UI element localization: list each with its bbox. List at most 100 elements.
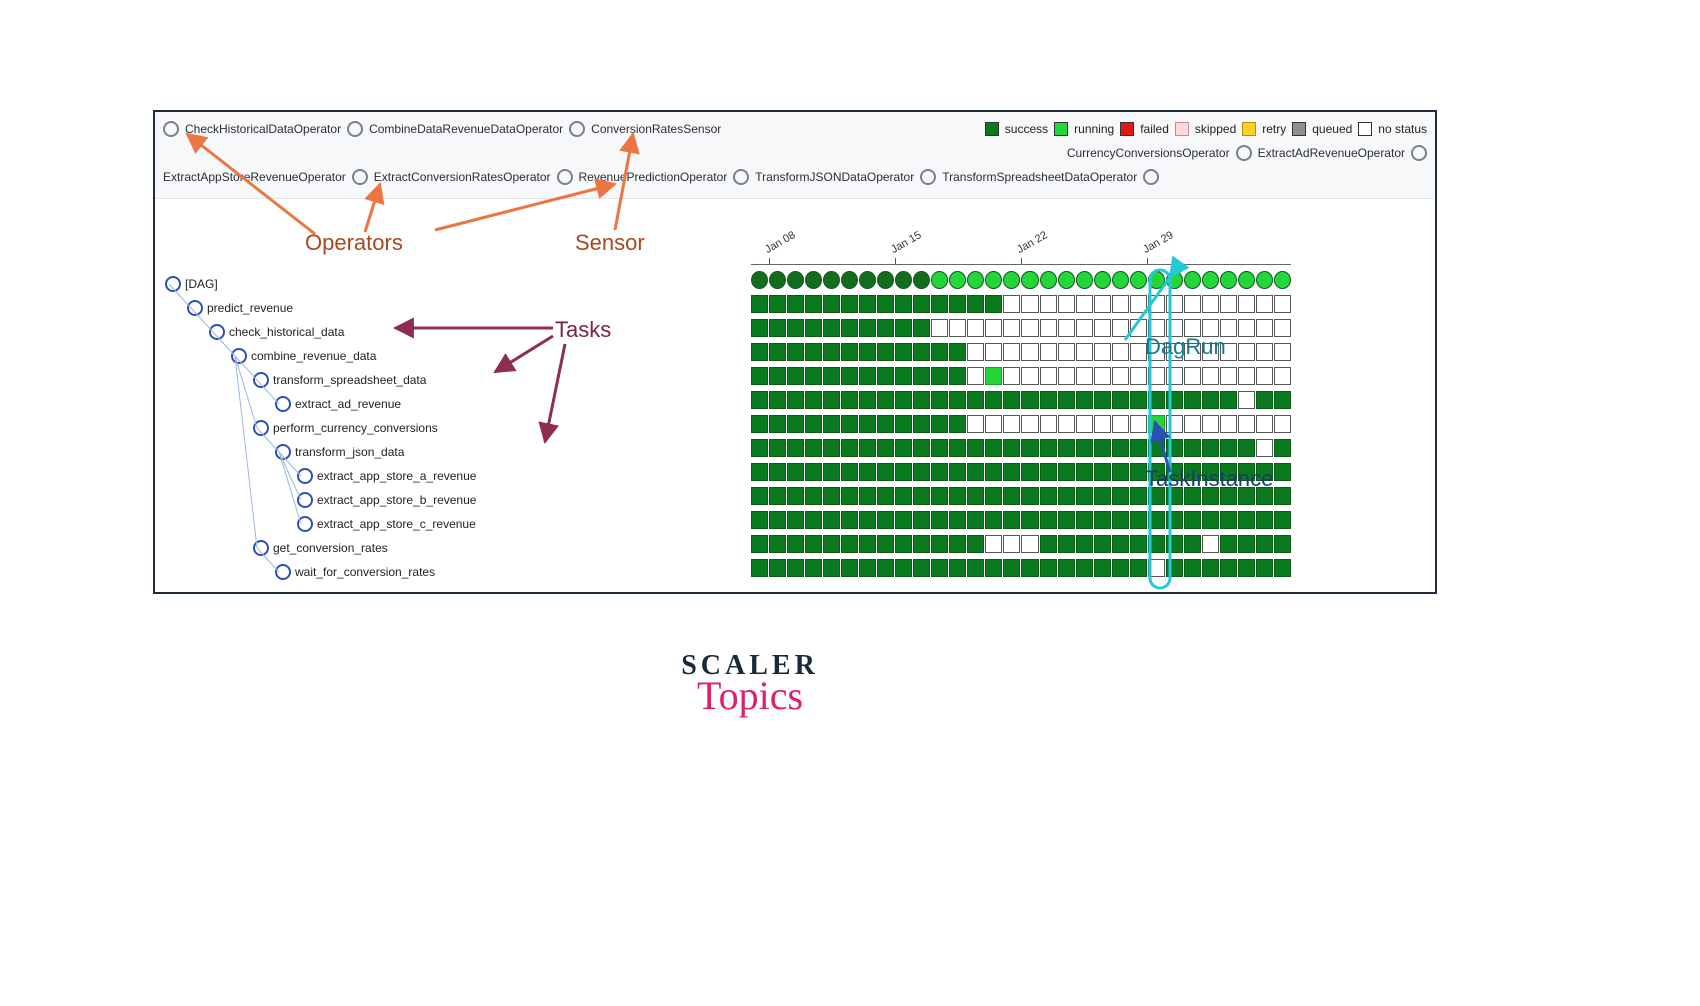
task-instance-cell[interactable]: [895, 295, 912, 313]
task-instance-cell[interactable]: [751, 391, 768, 409]
task-instance-cell[interactable]: [1040, 415, 1057, 433]
task-instance-cell[interactable]: [877, 487, 894, 505]
task-instance-cell[interactable]: [859, 535, 876, 553]
task-instance-cell[interactable]: [769, 487, 786, 505]
task-instance-cell[interactable]: [895, 463, 912, 481]
task-instance-cell[interactable]: [949, 343, 966, 361]
task-instance-cell[interactable]: [1148, 511, 1165, 529]
task-instance-cell[interactable]: [1021, 463, 1038, 481]
task-instance-cell[interactable]: [769, 295, 786, 313]
operator-ring-icon[interactable]: [1236, 145, 1252, 161]
dagrun-cell[interactable]: [877, 271, 894, 289]
task-instance-cell[interactable]: [949, 295, 966, 313]
task-instance-cell[interactable]: [1112, 295, 1129, 313]
task-instance-cell[interactable]: [769, 511, 786, 529]
task-instance-cell[interactable]: [967, 319, 984, 337]
task-instance-cell[interactable]: [769, 559, 786, 577]
tree-node[interactable]: extract_app_store_b_revenue: [161, 488, 751, 512]
task-instance-cell[interactable]: [823, 559, 840, 577]
task-instance-cell[interactable]: [1274, 295, 1291, 313]
task-instance-cell[interactable]: [823, 487, 840, 505]
task-instance-cell[interactable]: [913, 439, 930, 457]
task-instance-cell[interactable]: [967, 535, 984, 553]
task-instance-cell[interactable]: [1184, 295, 1201, 313]
task-instance-cell[interactable]: [823, 511, 840, 529]
task-instance-cell[interactable]: [1112, 415, 1129, 433]
task-instance-cell[interactable]: [949, 319, 966, 337]
task-instance-cell[interactable]: [1202, 559, 1219, 577]
task-instance-cell[interactable]: [1184, 439, 1201, 457]
task-instance-cell[interactable]: [1094, 391, 1111, 409]
task-instance-cell[interactable]: [931, 367, 948, 385]
task-instance-cell[interactable]: [1076, 367, 1093, 385]
task-instance-cell[interactable]: [1094, 415, 1111, 433]
task-instance-cell[interactable]: [1076, 439, 1093, 457]
dagrun-cell[interactable]: [1202, 271, 1219, 289]
task-instance-cell[interactable]: [769, 535, 786, 553]
task-instance-cell[interactable]: [1202, 367, 1219, 385]
task-instance-cell[interactable]: [1040, 511, 1057, 529]
task-instance-cell[interactable]: [877, 463, 894, 481]
task-instance-cell[interactable]: [1058, 343, 1075, 361]
task-instance-cell[interactable]: [931, 559, 948, 577]
task-instance-cell[interactable]: [1112, 367, 1129, 385]
tree-node[interactable]: extract_app_store_c_revenue: [161, 512, 751, 536]
dagrun-cell[interactable]: [967, 271, 984, 289]
task-instance-cell[interactable]: [1274, 559, 1291, 577]
tree-node[interactable]: wait_for_conversion_rates: [161, 560, 751, 584]
task-instance-cell[interactable]: [1076, 391, 1093, 409]
task-instance-cell[interactable]: [1112, 487, 1129, 505]
task-instance-cell[interactable]: [751, 295, 768, 313]
task-instance-cell[interactable]: [913, 295, 930, 313]
tree-node[interactable]: predict_revenue: [161, 296, 751, 320]
task-instance-cell[interactable]: [751, 511, 768, 529]
task-instance-cell[interactable]: [1220, 295, 1237, 313]
task-instance-cell[interactable]: [1238, 535, 1255, 553]
task-instance-cell[interactable]: [1003, 559, 1020, 577]
task-instance-cell[interactable]: [841, 367, 858, 385]
task-instance-cell[interactable]: [1058, 439, 1075, 457]
task-instance-cell[interactable]: [1094, 319, 1111, 337]
task-instance-cell[interactable]: [1040, 559, 1057, 577]
task-instance-cell[interactable]: [1040, 463, 1057, 481]
task-instance-cell[interactable]: [913, 343, 930, 361]
task-instance-cell[interactable]: [877, 319, 894, 337]
task-instance-cell[interactable]: [1238, 439, 1255, 457]
task-instance-cell[interactable]: [1076, 295, 1093, 313]
task-instance-cell[interactable]: [841, 535, 858, 553]
task-instance-cell[interactable]: [985, 343, 1002, 361]
task-instance-cell[interactable]: [841, 319, 858, 337]
task-instance-cell[interactable]: [805, 439, 822, 457]
task-instance-cell[interactable]: [1112, 319, 1129, 337]
task-instance-cell[interactable]: [985, 295, 1002, 313]
dagrun-cell[interactable]: [1076, 271, 1093, 289]
task-instance-cell[interactable]: [805, 367, 822, 385]
task-instance-cell[interactable]: [805, 559, 822, 577]
task-instance-cell[interactable]: [1274, 511, 1291, 529]
task-instance-cell[interactable]: [1112, 535, 1129, 553]
task-instance-cell[interactable]: [1076, 559, 1093, 577]
task-instance-cell[interactable]: [841, 295, 858, 313]
task-instance-cell[interactable]: [859, 391, 876, 409]
task-instance-cell[interactable]: [1021, 535, 1038, 553]
task-instance-cell[interactable]: [805, 463, 822, 481]
tree-node[interactable]: combine_revenue_data: [161, 344, 751, 368]
task-instance-cell[interactable]: [787, 439, 804, 457]
task-instance-cell[interactable]: [1220, 367, 1237, 385]
task-instance-cell[interactable]: [967, 343, 984, 361]
dagrun-cell[interactable]: [1021, 271, 1038, 289]
operator-ring-icon[interactable]: [733, 169, 749, 185]
task-instance-cell[interactable]: [751, 343, 768, 361]
operator-ring-icon[interactable]: [1143, 169, 1159, 185]
tree-node[interactable]: [DAG]: [161, 272, 751, 296]
task-instance-cell[interactable]: [1202, 295, 1219, 313]
task-instance-cell[interactable]: [1003, 463, 1020, 481]
dagrun-cell[interactable]: [1040, 271, 1057, 289]
task-instance-cell[interactable]: [1003, 415, 1020, 433]
task-instance-cell[interactable]: [985, 391, 1002, 409]
task-instance-cell[interactable]: [1058, 535, 1075, 553]
task-instance-cell[interactable]: [877, 295, 894, 313]
dagrun-cell[interactable]: [841, 271, 858, 289]
task-instance-cell[interactable]: [1166, 535, 1183, 553]
task-instance-cell[interactable]: [913, 391, 930, 409]
